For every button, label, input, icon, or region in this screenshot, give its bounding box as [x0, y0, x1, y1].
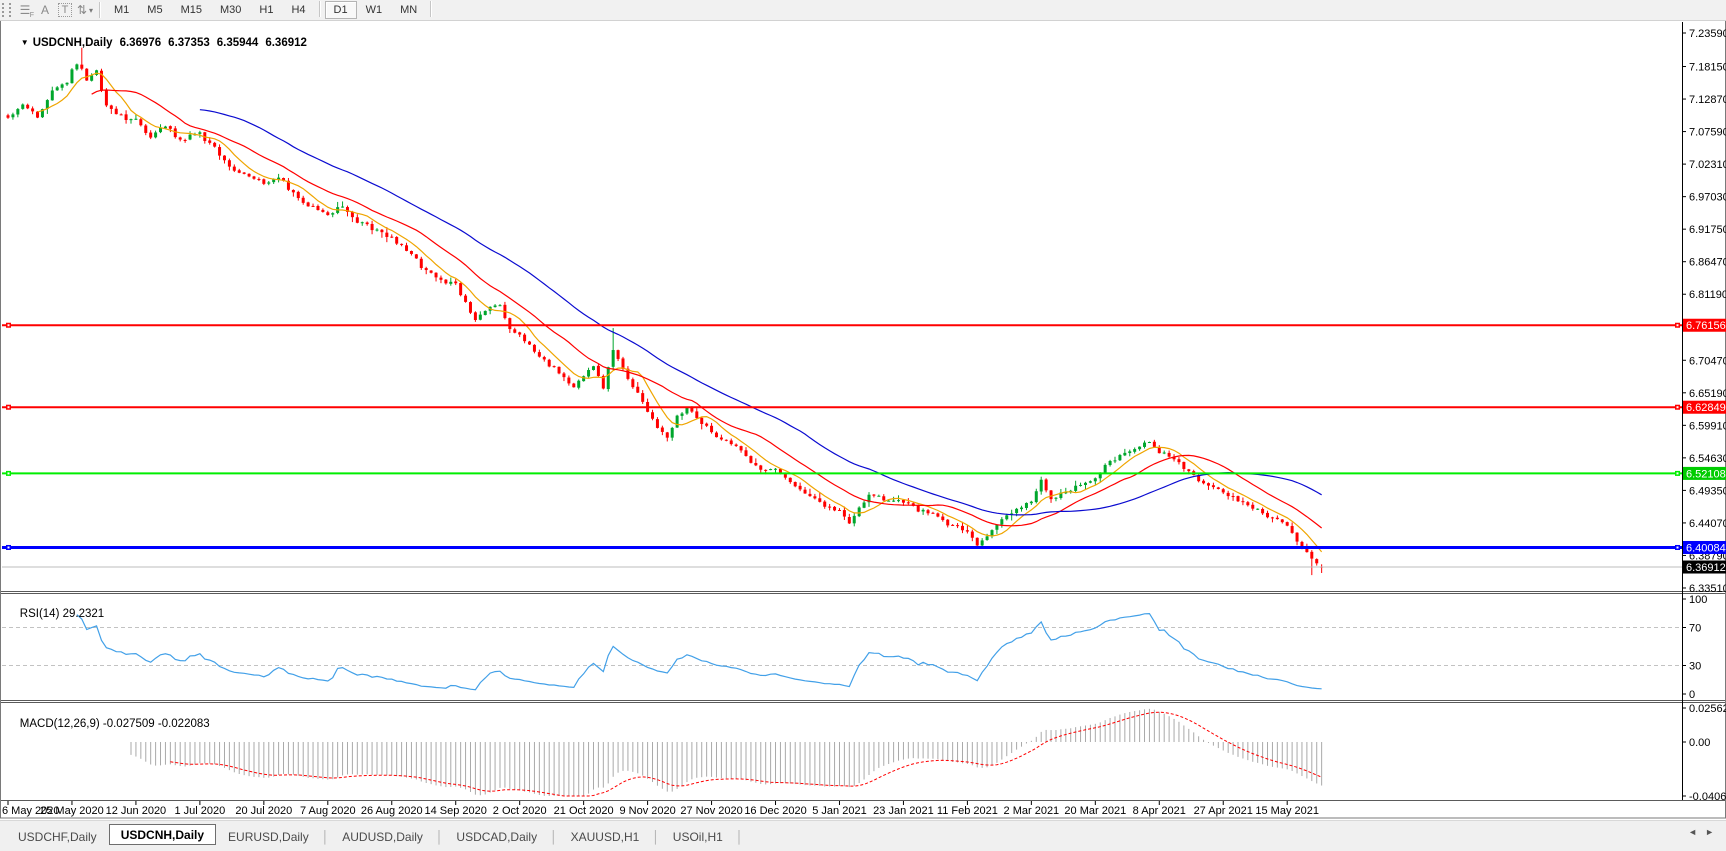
- timeframe-mn[interactable]: MN: [391, 1, 426, 19]
- ohlc-close: 6.36912: [265, 37, 307, 49]
- timeframe-buttons-group: M1 M5 M15 M30 H1 H4 D1 W1 MN: [105, 1, 436, 19]
- macd-name: MACD(12,26,9): [19, 718, 100, 730]
- price-axis-tick: 7.18150: [1689, 62, 1726, 74]
- price-axis-tick: 6.91750: [1689, 224, 1726, 236]
- price-axis-tick: 6.70470: [1689, 355, 1726, 367]
- price-axis-tick: 7.12870: [1689, 94, 1726, 106]
- price-axis-tick: 6.54630: [1689, 453, 1726, 465]
- date-axis-tick: 26 Aug 2020: [361, 805, 423, 817]
- date-axis-tick: 27 Nov 2020: [680, 805, 742, 817]
- price-axis-tick: 6.59910: [1689, 420, 1726, 432]
- price-axis-tick: 6.86470: [1689, 257, 1726, 269]
- chart-tab-bar: USDCHF,Daily USDCNH,Daily EURUSD,Daily │ AUD…: [0, 820, 1726, 851]
- macd-indicator-label: MACD(12,26,9) -0.027509 -0.022083: [7, 706, 210, 742]
- chart-title: ▼ USDCNH,Daily 6.36976 6.37353 6.35944 6.3691…: [8, 25, 307, 61]
- macd-axis-tick: 0.025623: [1689, 703, 1726, 715]
- timeframe-w1[interactable]: W1: [357, 1, 392, 19]
- date-axis-tick: 27 Apr 2021: [1194, 805, 1253, 817]
- timeframe-d1[interactable]: D1: [324, 1, 357, 19]
- date-axis-tick: 2 Oct 2020: [493, 805, 547, 817]
- price-axis-tick: 6.44070: [1689, 518, 1726, 530]
- price-axis-tick: 7.02310: [1689, 159, 1726, 171]
- tab-scroll-arrows[interactable]: ◄►: [1688, 827, 1722, 837]
- date-axis-tick: 21 Oct 2020: [554, 805, 614, 817]
- toolbar-separator: [99, 2, 101, 18]
- mt4-window: ☰ F A T ⇅ ▾ M1 M5 M15 M30 H1 H4 D1 W1 MN 7.23590 7.181…: [0, 0, 1726, 851]
- price-axis-tick: 7.23590: [1689, 28, 1726, 40]
- date-axis-tick: 2 Mar 2021: [1004, 805, 1060, 817]
- date-axis-tick: 14 Sep 2020: [425, 805, 487, 817]
- tab-separator: │: [550, 829, 558, 844]
- toolbar-separator: [430, 1, 433, 17]
- date-axis-tick: 20 Mar 2021: [1064, 805, 1126, 817]
- tabs-group: USDCHF,Daily USDCNH,Daily EURUSD,Daily │ AUD…: [6, 824, 744, 847]
- timeframe-h4[interactable]: H4: [282, 1, 314, 19]
- svg-text:6.40084: 6.40084: [1686, 542, 1726, 554]
- drawing-tools-group: ☰ F A T ⇅ ▾: [15, 1, 95, 19]
- tab-separator: │: [435, 829, 444, 844]
- date-axis-tick: 15 May 2021: [1255, 805, 1319, 817]
- rsi-name: RSI(14): [19, 608, 60, 620]
- tab-separator: │: [321, 829, 330, 844]
- svg-text:6.76156: 6.76156: [1686, 320, 1726, 332]
- rsi-axis-tick: 30: [1689, 661, 1701, 673]
- tab-usoil-h1[interactable]: USOil,H1: [661, 826, 735, 847]
- timeframe-m15[interactable]: M15: [172, 1, 211, 19]
- price-axis-tick: 7.07590: [1689, 127, 1726, 139]
- tab-usdcad-daily[interactable]: USDCAD,Daily: [444, 826, 549, 847]
- chart-canvas: 7.23590 7.18150 7.12870 7.07590 7.02310 6.970…: [0, 20, 1726, 819]
- text-t-icon[interactable]: T: [55, 1, 75, 19]
- symbol-menu-icon[interactable]: ▼: [21, 38, 29, 47]
- macd-axis-tick: -0.040687: [1689, 791, 1726, 803]
- toolbar-grip[interactable]: [2, 3, 11, 17]
- date-axis-tick: 23 Jan 2021: [873, 805, 934, 817]
- label-a-icon[interactable]: A: [35, 1, 55, 19]
- timeframe-m1[interactable]: M1: [105, 1, 138, 19]
- rsi-axis-tick: 0: [1689, 689, 1695, 701]
- date-axis-tick: 20 Jul 2020: [235, 805, 292, 817]
- rsi-value: 29.2321: [62, 608, 105, 620]
- date-axis-tick: 16 Dec 2020: [744, 805, 806, 817]
- date-axis-tick: 1 Jul 2020: [174, 805, 225, 817]
- date-axis-tick: 12 Jun 2020: [106, 805, 167, 817]
- rsi-indicator-label: RSI(14) 29.2321: [7, 596, 104, 632]
- chart-symbol: USDCNH,Daily: [32, 37, 113, 49]
- ohlc-high: 6.37353: [168, 37, 210, 49]
- rsi-axis-tick: 100: [1689, 594, 1707, 606]
- date-axis-tick: 25 May 2020: [40, 805, 104, 817]
- tab-usdcnh-daily[interactable]: USDCNH,Daily: [108, 824, 217, 845]
- tab-separator: │: [652, 829, 660, 844]
- price-axis-tick: 6.97030: [1689, 192, 1726, 204]
- timeframe-m30[interactable]: M30: [211, 1, 250, 19]
- date-axis-tick: 7 Aug 2020: [300, 805, 356, 817]
- timeframe-m5[interactable]: M5: [138, 1, 171, 19]
- toolbar: ☰ F A T ⇅ ▾ M1 M5 M15 M30 H1 H4 D1 W1 MN: [0, 0, 1726, 21]
- price-axis-tick: 6.81190: [1689, 289, 1726, 301]
- macd-values: -0.027509 -0.022083: [102, 718, 210, 730]
- price-axis-tick: 6.49350: [1689, 485, 1726, 497]
- tab-separator: │: [735, 829, 744, 844]
- svg-text:6.52108: 6.52108: [1686, 468, 1726, 480]
- tab-audusd-daily[interactable]: AUDUSD,Daily: [330, 826, 435, 847]
- date-axis-tick: 8 Apr 2021: [1133, 805, 1186, 817]
- arrow-style-icon[interactable]: ⇅ ▾: [75, 1, 95, 19]
- ohlc-open: 6.36976: [119, 37, 162, 49]
- svg-text:6.36912: 6.36912: [1686, 562, 1726, 574]
- timeframe-h1[interactable]: H1: [250, 1, 282, 19]
- price-axis-tick: 6.65190: [1689, 388, 1726, 400]
- toolbar-separator: [318, 1, 321, 17]
- svg-text:6.62849: 6.62849: [1686, 402, 1726, 414]
- ohlc-low: 6.35944: [216, 37, 259, 49]
- tab-xauusd-h1[interactable]: XAUUSD,H1: [559, 826, 652, 847]
- tab-eurusd-daily[interactable]: EURUSD,Daily: [216, 826, 321, 847]
- date-axis-tick: 11 Feb 2021: [937, 805, 998, 817]
- rsi-axis-tick: 70: [1689, 623, 1701, 635]
- date-axis-tick: 5 Jan 2021: [812, 805, 866, 817]
- lines-f-icon[interactable]: ☰ F: [15, 1, 35, 19]
- date-axis-tick: 9 Nov 2020: [619, 805, 675, 817]
- tab-usdchf-daily[interactable]: USDCHF,Daily: [6, 826, 109, 847]
- macd-axis-tick: 0.00: [1689, 737, 1710, 749]
